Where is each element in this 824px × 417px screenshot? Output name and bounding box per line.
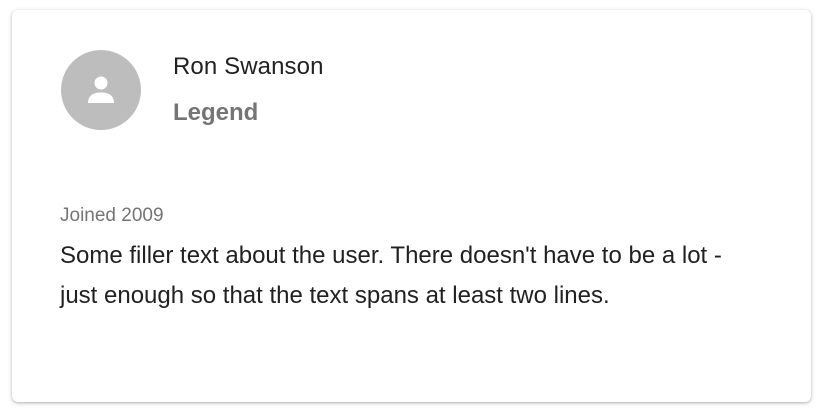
joined-date: Joined 2009 xyxy=(60,205,164,226)
avatar xyxy=(61,50,141,130)
user-title: Legend xyxy=(173,99,259,126)
user-bio: Some filler text about the user. There d… xyxy=(60,242,722,309)
person-icon xyxy=(85,74,117,106)
profile-card: Ron Swanson Legend Joined 2009 Some fill… xyxy=(12,10,811,402)
user-name: Ron Swanson xyxy=(173,53,324,80)
